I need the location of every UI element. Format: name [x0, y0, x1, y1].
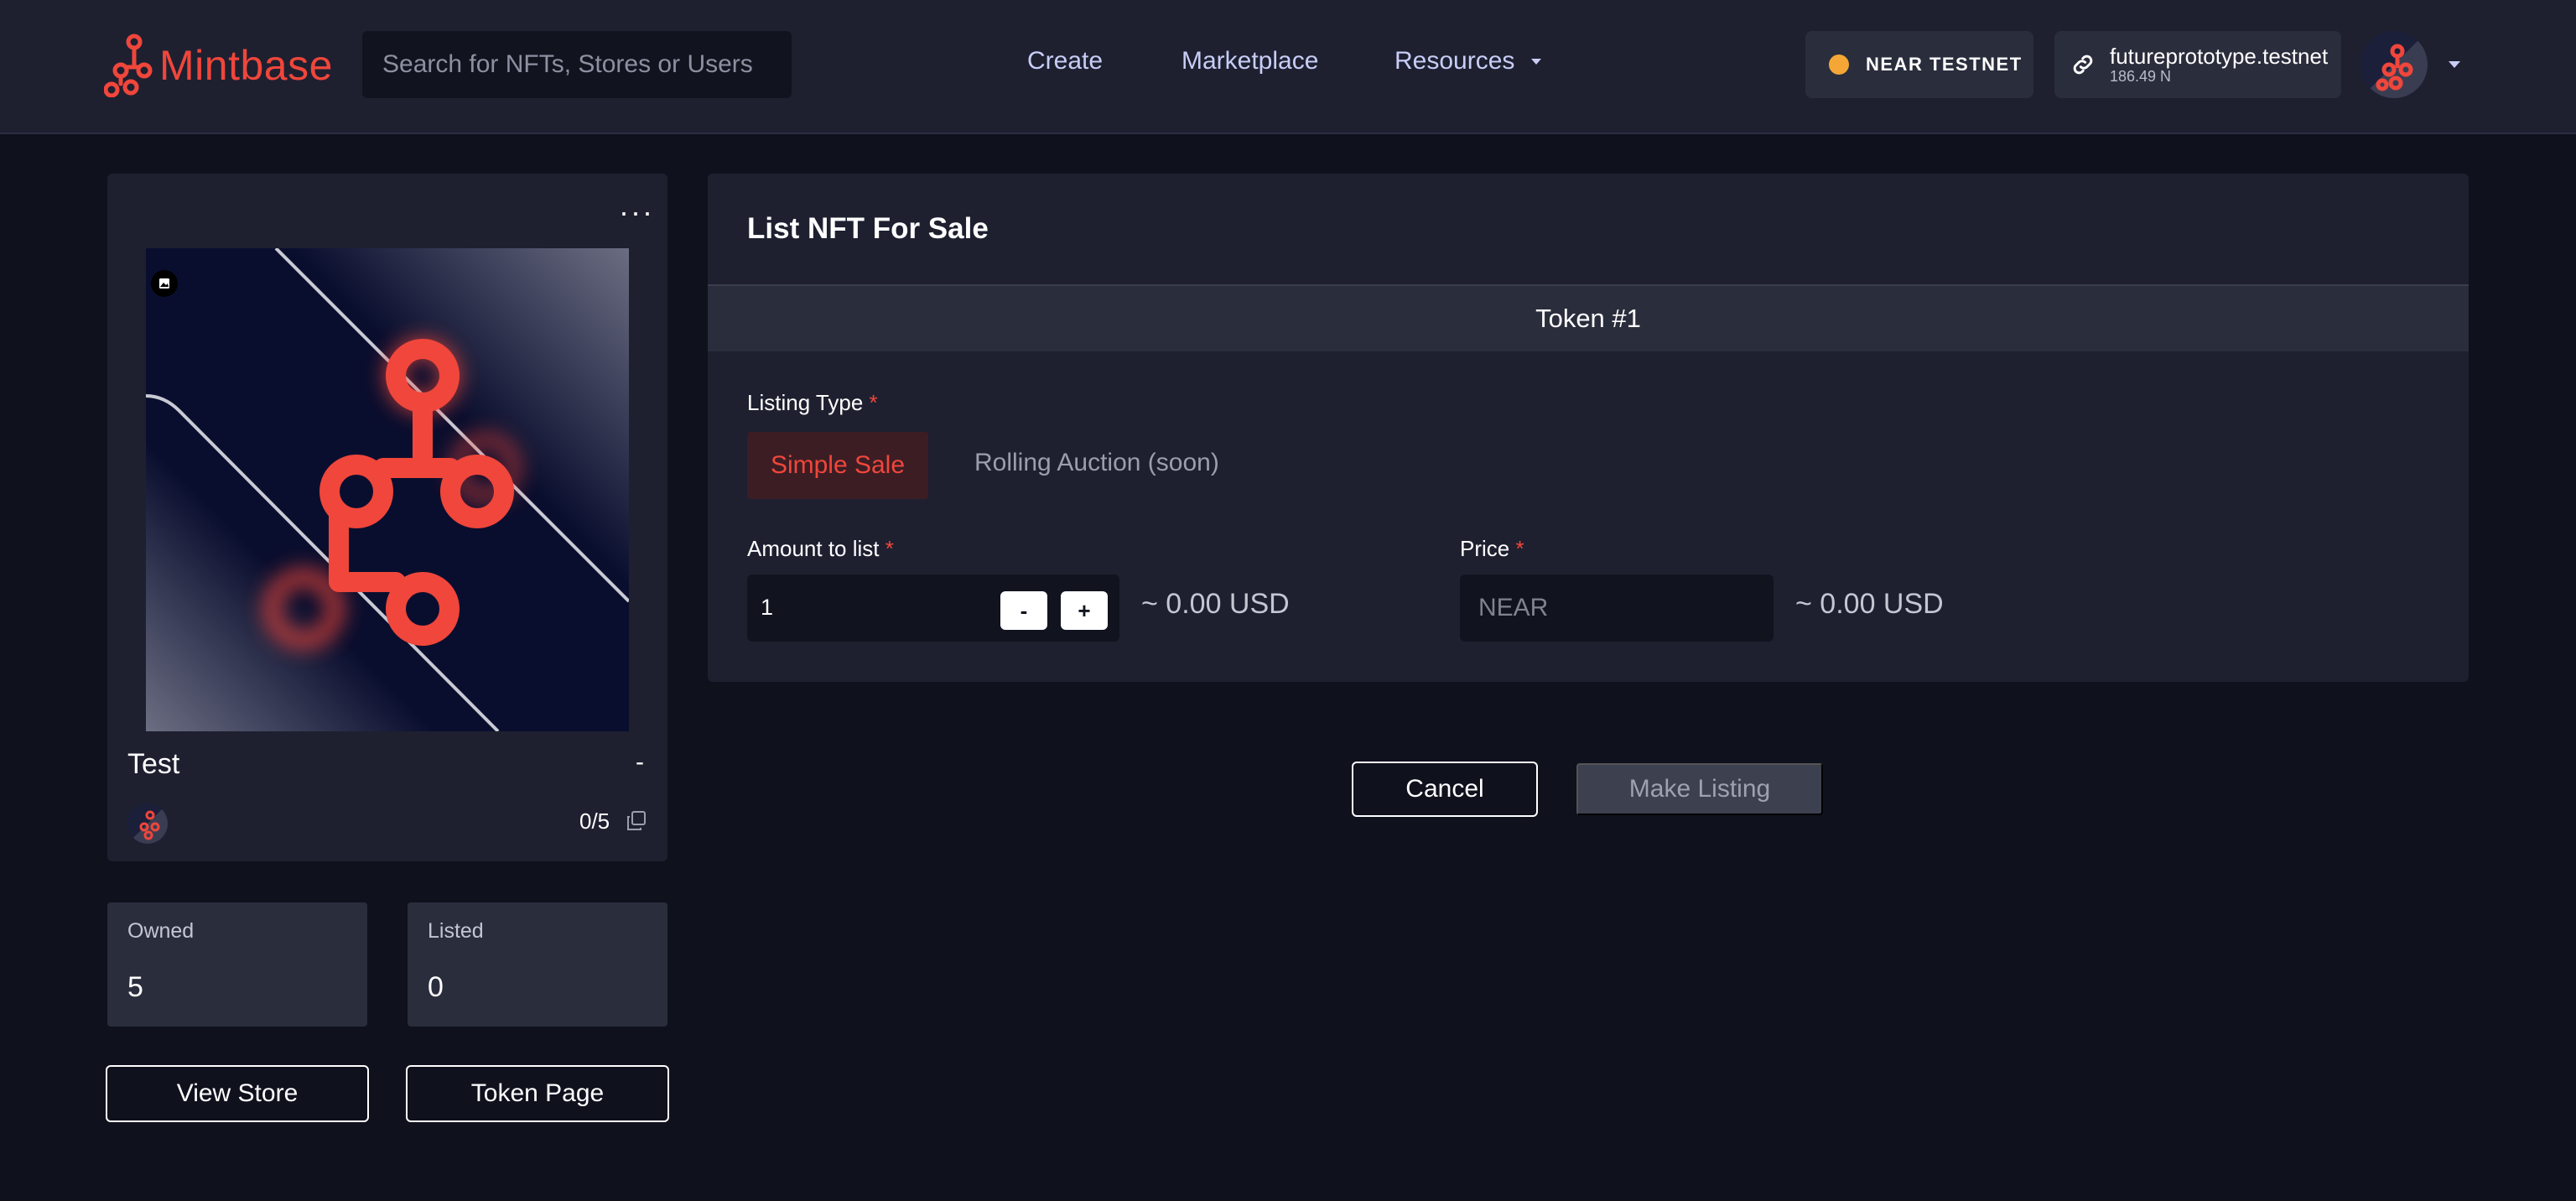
amount-label-text: Amount to list — [747, 536, 880, 561]
list-nft-panel: List NFT For Sale Token #1 Listing Type … — [708, 174, 2469, 682]
required-mark: * — [1515, 536, 1524, 561]
more-dots-icon[interactable]: ··· — [619, 197, 654, 227]
avatar-chevron-down-icon[interactable] — [2449, 61, 2460, 68]
nft-edition-count: 0/5 — [579, 808, 610, 834]
nft-title: Test — [127, 748, 180, 780]
owned-value: 5 — [127, 971, 143, 1003]
price-usd: ~ 0.00 USD — [1795, 588, 1944, 620]
account-info: futureprototype.testnet 186.49 N — [2110, 44, 2328, 85]
mintbase-logo[interactable]: Mintbase — [104, 34, 333, 97]
nav-marketplace[interactable]: Marketplace — [1182, 47, 1318, 75]
listed-value: 0 — [428, 971, 444, 1003]
nft-image[interactable] — [146, 248, 629, 731]
chevron-down-icon — [1531, 58, 1542, 65]
view-store-button[interactable]: View Store — [106, 1065, 369, 1122]
top-nav-bar: Mintbase Create Marketplace Resources NE… — [0, 0, 2576, 134]
required-mark: * — [869, 390, 878, 415]
amount-label: Amount to list * — [747, 536, 894, 562]
minter-avatar-image — [127, 803, 168, 844]
listing-type-label: Listing Type * — [747, 390, 878, 416]
network-badge[interactable]: NEAR TESTNET — [1805, 31, 2033, 98]
search-input[interactable] — [362, 31, 792, 98]
nav-resources-label: Resources — [1394, 47, 1515, 75]
amount-value[interactable]: 1 — [761, 595, 773, 621]
avatar-image — [2360, 31, 2428, 98]
logo-text: Mintbase — [159, 42, 333, 89]
nav-resources[interactable]: Resources — [1394, 47, 1542, 75]
owned-label: Owned — [127, 919, 195, 943]
nav-create[interactable]: Create — [1027, 47, 1103, 75]
price-input[interactable] — [1460, 575, 1774, 642]
minter-avatar[interactable] — [127, 803, 168, 844]
make-listing-button[interactable]: Make Listing — [1576, 763, 1823, 815]
token-header: Token #1 — [708, 284, 2469, 351]
listed-stat: Listed 0 — [408, 902, 667, 1027]
account-button[interactable]: futureprototype.testnet 186.49 N — [2054, 31, 2341, 98]
network-status-dot — [1829, 55, 1849, 75]
nft-price: - — [636, 748, 644, 776]
owned-stat: Owned 5 — [107, 902, 367, 1027]
user-avatar[interactable] — [2360, 31, 2428, 98]
tab-rolling-auction[interactable]: Rolling Auction (soon) — [974, 449, 1219, 477]
copy-icon[interactable] — [626, 810, 647, 832]
listing-type-label-text: Listing Type — [747, 390, 864, 415]
cancel-button[interactable]: Cancel — [1352, 762, 1538, 817]
price-label: Price * — [1460, 536, 1524, 562]
account-name: futureprototype.testnet — [2110, 44, 2329, 69]
required-mark: * — [885, 536, 894, 561]
increment-button[interactable]: + — [1061, 591, 1108, 630]
price-label-text: Price — [1460, 536, 1510, 561]
link-icon — [2073, 55, 2093, 75]
account-balance: 186.49 N — [2110, 68, 2172, 85]
panel-title: List NFT For Sale — [747, 212, 989, 245]
image-icon — [151, 270, 178, 297]
token-page-button[interactable]: Token Page — [406, 1065, 669, 1122]
listed-label: Listed — [428, 919, 484, 943]
network-label: NEAR TESTNET — [1866, 54, 2023, 75]
tab-simple-sale[interactable]: Simple Sale — [747, 432, 928, 499]
amount-usd: ~ 0.00 USD — [1141, 588, 1290, 620]
decrement-button[interactable]: - — [1000, 591, 1047, 630]
amount-stepper[interactable]: 1 - + — [747, 575, 1119, 642]
nft-artwork — [146, 248, 629, 731]
mintbase-logo-icon — [104, 34, 153, 97]
